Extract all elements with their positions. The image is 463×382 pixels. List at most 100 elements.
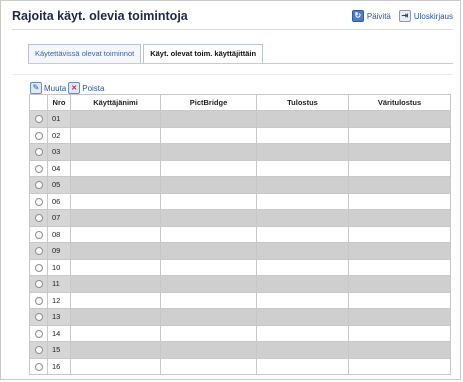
- radio-icon[interactable]: [34, 164, 43, 173]
- row-username: [70, 225, 161, 243]
- row-username: [70, 324, 161, 342]
- col-header-nro: Nro: [47, 94, 71, 111]
- toolbar: Muuta Poista: [30, 82, 104, 94]
- row-print: [256, 258, 349, 276]
- row-color-print: [348, 308, 451, 326]
- logout-label: Uloskirjaus: [413, 11, 453, 21]
- table-row[interactable]: 16: [29, 357, 451, 375]
- table-row[interactable]: 05: [29, 176, 451, 194]
- row-select-radio[interactable]: [29, 225, 48, 243]
- row-color-print: [348, 176, 451, 194]
- radio-icon[interactable]: [34, 362, 43, 371]
- row-username: [70, 159, 161, 177]
- row-select-radio[interactable]: [29, 143, 48, 161]
- table-row[interactable]: 02: [29, 126, 451, 144]
- row-color-print: [348, 291, 451, 309]
- delete-label: Poista: [82, 83, 105, 93]
- row-select-radio[interactable]: [29, 242, 48, 260]
- row-pictbridge: [160, 275, 257, 293]
- row-select-radio[interactable]: [29, 357, 48, 375]
- table-body: 01 02 03 04 05 06 07 08 09 10 11 12 13 14 15 16: [29, 110, 451, 375]
- row-pictbridge: [160, 143, 257, 161]
- row-select-radio[interactable]: [29, 258, 48, 276]
- row-select-radio[interactable]: [29, 341, 48, 359]
- radio-icon[interactable]: [34, 313, 43, 322]
- row-select-radio[interactable]: [29, 308, 48, 326]
- row-select-radio[interactable]: [29, 110, 48, 128]
- table-row[interactable]: 13: [29, 308, 451, 326]
- radio-icon[interactable]: [34, 181, 43, 190]
- radio-icon[interactable]: [34, 115, 43, 124]
- radio-icon[interactable]: [34, 131, 43, 140]
- row-select-radio[interactable]: [29, 324, 48, 342]
- row-select-radio[interactable]: [29, 126, 48, 144]
- row-username: [70, 341, 161, 359]
- row-username: [70, 209, 161, 227]
- edit-button[interactable]: Muuta: [30, 82, 66, 94]
- table-row[interactable]: 07: [29, 209, 451, 227]
- table-row[interactable]: 12: [29, 291, 451, 309]
- tab-available-functions[interactable]: Käytettävissä olevat toiminnot: [28, 44, 142, 64]
- tab-functions-per-user[interactable]: Käyt. olevat toim. käyttäjittäin: [143, 44, 264, 64]
- row-username: [70, 192, 161, 210]
- radio-icon[interactable]: [34, 247, 43, 256]
- table-row[interactable]: 15: [29, 341, 451, 359]
- table-row[interactable]: 01: [29, 110, 451, 128]
- row-number: 01: [47, 110, 71, 128]
- row-username: [70, 308, 161, 326]
- row-color-print: [348, 143, 451, 161]
- radio-icon[interactable]: [34, 280, 43, 289]
- row-select-radio[interactable]: [29, 275, 48, 293]
- radio-icon[interactable]: [34, 214, 43, 223]
- tab-underline: [28, 63, 453, 64]
- row-select-radio[interactable]: [29, 192, 48, 210]
- table-row[interactable]: 04: [29, 159, 451, 177]
- row-select-radio[interactable]: [29, 209, 48, 227]
- radio-icon[interactable]: [34, 346, 43, 355]
- radio-icon[interactable]: [34, 263, 43, 272]
- row-pictbridge: [160, 258, 257, 276]
- table-row[interactable]: 06: [29, 192, 451, 210]
- row-select-radio[interactable]: [29, 159, 48, 177]
- row-number: 08: [47, 225, 71, 243]
- row-print: [256, 308, 349, 326]
- radio-icon[interactable]: [34, 329, 43, 338]
- table-row[interactable]: 03: [29, 143, 451, 161]
- row-number: 16: [47, 357, 71, 375]
- row-pictbridge: [160, 341, 257, 359]
- row-username: [70, 258, 161, 276]
- row-select-radio[interactable]: [29, 176, 48, 194]
- logout-link[interactable]: Uloskirjaus: [398, 10, 453, 22]
- row-print: [256, 159, 349, 177]
- table-row[interactable]: 14: [29, 324, 451, 342]
- row-print: [256, 341, 349, 359]
- radio-icon[interactable]: [34, 148, 43, 157]
- table-row[interactable]: 09: [29, 242, 451, 260]
- row-print: [256, 192, 349, 210]
- radio-icon[interactable]: [34, 296, 43, 305]
- delete-button[interactable]: Poista: [68, 82, 104, 94]
- table-row[interactable]: 08: [29, 225, 451, 243]
- row-username: [70, 291, 161, 309]
- row-username: [70, 126, 161, 144]
- row-number: 15: [47, 341, 71, 359]
- col-header-username: Käyttäjänimi: [70, 94, 161, 111]
- col-header-color-print: Väritulostus: [348, 94, 451, 111]
- table-row[interactable]: 11: [29, 275, 451, 293]
- refresh-link[interactable]: Päivitä: [351, 10, 391, 22]
- radio-icon[interactable]: [34, 197, 43, 206]
- row-select-radio[interactable]: [29, 291, 48, 309]
- refresh-icon: [351, 10, 364, 22]
- row-number: 12: [47, 291, 71, 309]
- table-row[interactable]: 10: [29, 258, 451, 276]
- row-pictbridge: [160, 225, 257, 243]
- section-divider: [12, 74, 453, 75]
- header-divider: [12, 29, 453, 30]
- row-print: [256, 275, 349, 293]
- delete-icon: [68, 82, 81, 94]
- row-color-print: [348, 225, 451, 243]
- row-pictbridge: [160, 159, 257, 177]
- col-header-select: [29, 94, 48, 111]
- row-color-print: [348, 192, 451, 210]
- radio-icon[interactable]: [34, 230, 43, 239]
